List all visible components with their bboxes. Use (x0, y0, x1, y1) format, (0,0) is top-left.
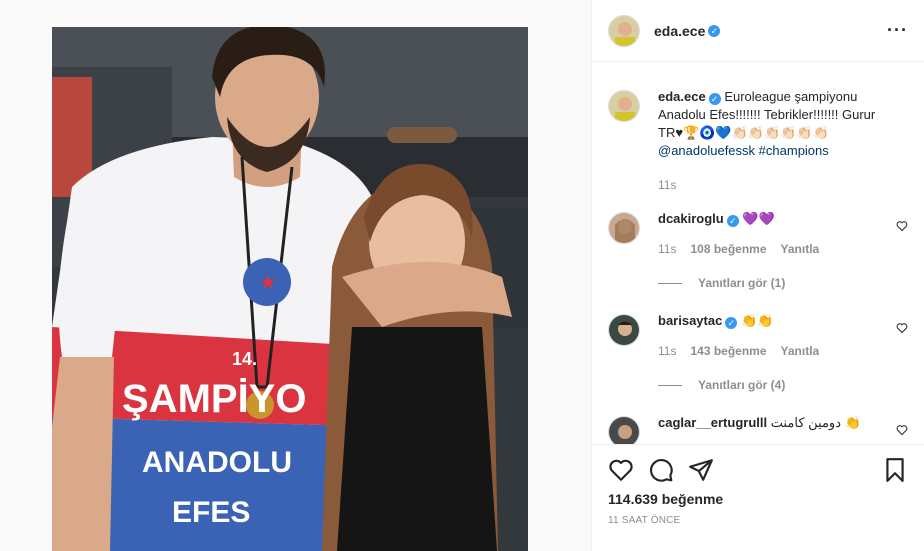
mention-link[interactable]: @anadoluefessk (658, 143, 755, 158)
heart-icon[interactable] (608, 457, 634, 483)
avatar[interactable] (608, 14, 640, 47)
photo-illustration: 14. ŞAMPİYO ANADOLU EFES ★ (52, 27, 528, 551)
heart-icon[interactable] (896, 424, 908, 436)
comment-item: barisaytac ✓ 👏👏 11s 143 beğenme Yanıtla (608, 312, 908, 360)
post-username[interactable]: eda.ece (654, 23, 705, 39)
caption-emoji: TR♥🏆🧿💙👏🏻👏🏻👏🏻👏🏻👏🏻👏🏻 (658, 125, 829, 140)
comment-text: دومين كامنت 👏 (770, 415, 861, 430)
comments-list[interactable]: eda.ece ✓ Euroleague şampiyonu Anadolu Ef… (592, 62, 924, 444)
comment-body: dcakiroglu ✓ 💜💜 11s 108 beğenme Yanıtla (658, 210, 908, 258)
post-timestamp[interactable]: 11 SAAT ÖNCE (608, 515, 908, 526)
comment-likes[interactable]: 108 beğenme (690, 240, 766, 258)
caption-username[interactable]: eda.ece (658, 89, 706, 104)
avatar[interactable] (608, 90, 640, 122)
photo-pane: 14. ŞAMPİYO ANADOLU EFES ★ (0, 0, 591, 551)
view-replies-label: Yanıtları gör (4) (698, 378, 786, 392)
action-icons (608, 445, 908, 495)
verified-icon: ✓ (725, 317, 738, 329)
likes-count[interactable]: 114.639 beğenme (608, 491, 908, 507)
view-replies-button[interactable]: Yanıtları gör (4) (658, 378, 908, 392)
verified-icon: ✓ (708, 24, 721, 37)
post-photo[interactable]: 14. ŞAMPİYO ANADOLU EFES ★ (52, 27, 528, 551)
reply-button[interactable]: Yanıtla (781, 342, 820, 360)
heart-icon[interactable] (896, 220, 908, 232)
comment-username[interactable]: barisaytac (658, 313, 722, 328)
divider (658, 282, 682, 284)
verified-icon: ✓ (708, 93, 721, 105)
efes-star-logo: ★ (259, 270, 277, 294)
view-replies-label: Yanıtları gör (1) (698, 276, 786, 290)
comment-time[interactable]: 11s (658, 342, 676, 360)
jersey-text-efes: EFES (172, 496, 250, 529)
avatar[interactable] (608, 212, 640, 244)
view-replies-button[interactable]: Yanıtları gör (1) (658, 276, 908, 290)
caption: eda.ece ✓ Euroleague şampiyonu Anadolu Ef… (608, 88, 908, 194)
comment-item: dcakiroglu ✓ 💜💜 11s 108 beğenme Yanıtla (608, 210, 908, 258)
comment-time[interactable]: 11s (658, 240, 676, 258)
post-header: eda.ece ✓ ··· (592, 0, 924, 62)
post-actions: 114.639 beğenme 11 SAAT ÖNCE (592, 444, 924, 526)
comment-username[interactable]: dcakiroglu (658, 211, 724, 226)
post-sidebar: eda.ece ✓ ··· eda.ece ✓ Euroleague şampiy… (591, 0, 924, 551)
hashtag-link[interactable]: #champions (759, 143, 829, 158)
jersey-text-anadolu: ANADOLU (142, 446, 292, 479)
comment-icon[interactable] (648, 457, 674, 483)
avatar[interactable] (608, 314, 640, 346)
jersey-text-champion: ŞAMPİYO (122, 377, 306, 421)
share-icon[interactable] (688, 457, 714, 483)
caption-body: eda.ece ✓ Euroleague şampiyonu Anadolu Ef… (658, 88, 908, 194)
comment-likes[interactable]: 143 beğenme (690, 342, 766, 360)
comment-username[interactable]: caglar__ertugrulll (658, 415, 767, 430)
comment-text: 💜💜 (742, 211, 775, 226)
more-horizontal-icon[interactable]: ··· (887, 20, 908, 41)
heart-icon[interactable] (896, 322, 908, 334)
comment-item: caglar__ertugrulll دومين كامنت 👏 (608, 414, 908, 444)
divider (658, 384, 682, 386)
verified-icon: ✓ (726, 215, 739, 227)
jersey-number: 14. (232, 349, 257, 369)
caption-time[interactable]: 11s (658, 176, 676, 194)
comment-body: caglar__ertugrulll دومين كامنت 👏 (658, 414, 908, 444)
bookmark-icon[interactable] (882, 457, 908, 483)
avatar[interactable] (608, 416, 640, 444)
comment-body: barisaytac ✓ 👏👏 11s 143 beğenme Yanıtla (658, 312, 908, 360)
reply-button[interactable]: Yanıtla (781, 240, 820, 258)
comment-text: 👏👏 (740, 313, 774, 328)
